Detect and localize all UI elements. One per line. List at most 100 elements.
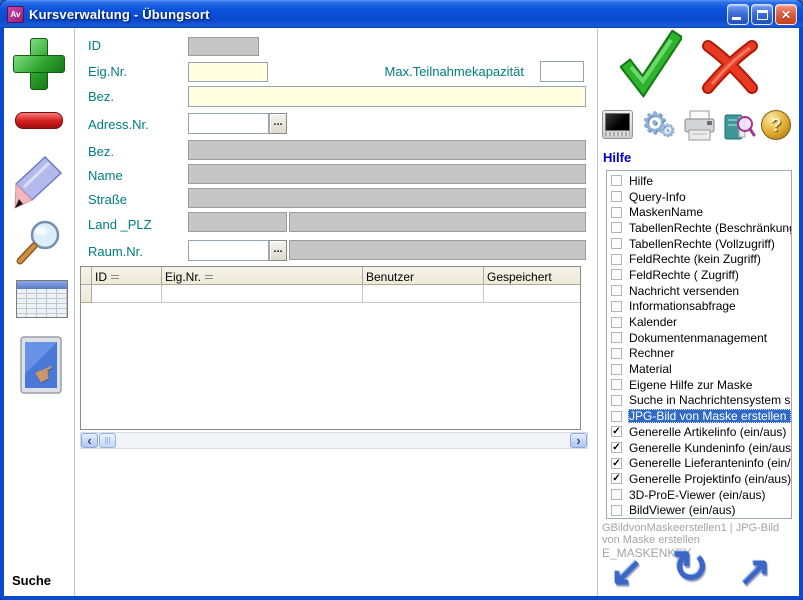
scrollbar-thumb[interactable]	[99, 433, 116, 448]
settings-button[interactable]: ⚙ ⚙	[641, 110, 679, 142]
checkbox-icon[interactable]	[611, 411, 622, 422]
help-list-item[interactable]: Informationsabfrage	[607, 299, 791, 315]
checkbox-icon[interactable]: ✓	[611, 458, 622, 469]
help-item-label: Hilfe	[628, 174, 791, 188]
scroll-right-button[interactable]: ›	[570, 433, 587, 448]
delete-button[interactable]	[15, 112, 63, 129]
close-button[interactable]: ✕	[775, 4, 797, 25]
horizontal-scrollbar[interactable]: ‹ ›	[80, 432, 588, 449]
checkbox-icon[interactable]	[611, 395, 622, 406]
help-item-label: Dokumentenmanagement	[628, 331, 791, 345]
help-list-item[interactable]: 3D-ProE-Viewer (ein/aus)	[607, 487, 791, 503]
checkbox-icon[interactable]	[611, 285, 622, 296]
help-list-item[interactable]: Suche in Nachrichtensystem speichern	[607, 393, 791, 409]
help-list-item[interactable]: Kalender	[607, 314, 791, 330]
checkbox-icon[interactable]	[611, 348, 622, 359]
window-content: ☛ Suche ID Eig.Nr. Max.Teilnahmekapazitä…	[4, 28, 799, 596]
help-item-label: Informationsabfrage	[628, 299, 791, 313]
results-grid: ID Eig.Nr. Benutzer Gespeichert	[80, 266, 581, 430]
column-header-gespeichert[interactable]: Gespeichert	[484, 267, 580, 285]
screen-capture-button[interactable]	[602, 110, 633, 139]
help-list-item[interactable]: TabellenRechte (Beschränkung)	[607, 220, 791, 236]
help-list-item[interactable]: MaskenName	[607, 204, 791, 220]
row-selector-cell[interactable]	[81, 285, 92, 303]
sidebar: ☛ Suche	[4, 28, 75, 596]
checkbox-icon[interactable]	[611, 238, 622, 249]
help-list-item[interactable]: TabellenRechte (Vollzugriff)	[607, 236, 791, 252]
help-list-item[interactable]: BildViewer (ein/aus)	[607, 502, 791, 518]
table-row[interactable]	[81, 285, 580, 303]
column-header-benutzer[interactable]: Benutzer	[363, 267, 484, 285]
column-label: ID	[95, 270, 107, 284]
checkbox-icon[interactable]	[611, 222, 622, 233]
scrollbar-track[interactable]	[116, 433, 570, 448]
column-header-id[interactable]: ID	[92, 267, 162, 285]
help-list-item[interactable]: ✓Generelle Lieferanteninfo (ein/aus)	[607, 455, 791, 471]
column-header-eignr[interactable]: Eig.Nr.	[162, 267, 363, 285]
edit-button[interactable]	[13, 154, 65, 215]
eignr-field[interactable]	[188, 62, 268, 82]
refresh-button[interactable]: ↻	[672, 546, 709, 590]
add-button[interactable]	[13, 38, 65, 90]
navigate-forward-button[interactable]: ↗	[738, 550, 772, 594]
ok-button[interactable]	[620, 30, 682, 103]
help-item-label: MaskenName	[628, 205, 791, 219]
checkbox-icon[interactable]	[611, 317, 622, 328]
help-list-item[interactable]: Material	[607, 361, 791, 377]
search-button[interactable]	[12, 220, 66, 273]
minimize-button[interactable]	[727, 4, 749, 25]
pencil-icon	[13, 154, 65, 210]
help-list-item[interactable]: Eigene Hilfe zur Maske	[607, 377, 791, 393]
raumnr-label: Raum.Nr.	[88, 244, 143, 259]
adressnr-lookup-button[interactable]: ...	[269, 113, 287, 134]
table-view-button[interactable]	[16, 280, 68, 318]
checkbox-icon[interactable]	[611, 364, 622, 375]
max-kapazitaet-field[interactable]	[540, 61, 584, 82]
help-list-item[interactable]: FeldRechte (kein Zugriff)	[607, 251, 791, 267]
checkbox-icon[interactable]	[611, 379, 622, 390]
app-window: Av Kursverwaltung - Übungsort ✕	[0, 0, 803, 600]
column-label: Gespeichert	[487, 270, 552, 284]
help-list-item[interactable]: Hilfe	[607, 173, 791, 189]
screen-icon	[602, 110, 633, 139]
checkbox-icon[interactable]: ✓	[611, 426, 622, 437]
help-button[interactable]: ?	[761, 110, 791, 140]
adressnr-field[interactable]	[188, 113, 269, 134]
strasse-field	[188, 188, 586, 208]
checkbox-icon[interactable]: ✓	[611, 442, 622, 453]
print-preview-button[interactable]	[723, 110, 756, 147]
help-list-item[interactable]: ✓Generelle Kundeninfo (ein/aus)	[607, 440, 791, 456]
checkbox-icon[interactable]	[611, 505, 622, 516]
navigate-back-button[interactable]: ↙	[610, 550, 644, 594]
select-screen-button[interactable]: ☛	[15, 334, 67, 407]
checkbox-icon[interactable]	[611, 269, 622, 280]
help-list-item[interactable]: Nachricht versenden	[607, 283, 791, 299]
help-list[interactable]: HilfeQuery-InfoMaskenNameTabellenRechte …	[606, 170, 792, 519]
checkbox-icon[interactable]	[611, 191, 622, 202]
checkbox-icon[interactable]	[611, 489, 622, 500]
raumnr-lookup-button[interactable]: ...	[269, 240, 287, 261]
maximize-button[interactable]	[751, 4, 773, 25]
checkbox-icon[interactable]	[611, 332, 622, 343]
checkbox-icon[interactable]	[611, 254, 622, 265]
help-list-item[interactable]: Query-Info	[607, 189, 791, 205]
minus-icon	[15, 112, 63, 129]
help-list-item[interactable]: Dokumentenmanagement	[607, 330, 791, 346]
help-list-item[interactable]: JPG-Bild von Maske erstellen	[607, 408, 791, 424]
checkmark-icon	[620, 30, 682, 98]
checkbox-icon[interactable]: ✓	[611, 473, 622, 484]
bez1-field[interactable]	[188, 86, 586, 107]
cancel-button[interactable]	[698, 38, 762, 103]
help-list-item[interactable]: FeldRechte ( Zugriff)	[607, 267, 791, 283]
help-item-label: FeldRechte (kein Zugriff)	[628, 252, 791, 266]
checkbox-icon[interactable]	[611, 175, 622, 186]
x-icon	[698, 38, 762, 98]
raumnr-field[interactable]	[188, 240, 269, 261]
checkbox-icon[interactable]	[611, 301, 622, 312]
print-button[interactable]	[682, 110, 718, 147]
help-list-item[interactable]: ✓Generelle Projektinfo (ein/aus)	[607, 471, 791, 487]
help-list-item[interactable]: Rechner	[607, 346, 791, 362]
checkbox-icon[interactable]	[611, 207, 622, 218]
help-list-item[interactable]: ✓Generelle Artikelinfo (ein/aus)	[607, 424, 791, 440]
scroll-left-button[interactable]: ‹	[81, 433, 98, 448]
